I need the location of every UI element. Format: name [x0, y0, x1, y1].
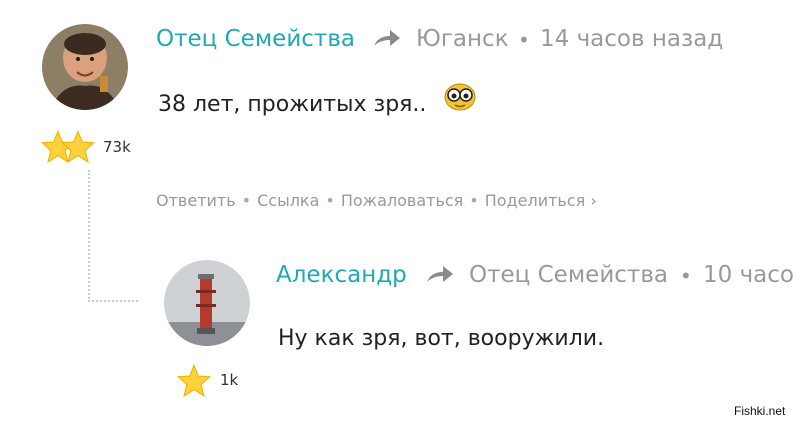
comment-author[interactable]: Отец Семейства — [156, 26, 355, 52]
reply-to-author[interactable]: Отец Семейства — [469, 262, 668, 288]
reply-arrow-icon — [427, 266, 453, 282]
reply-link[interactable]: Ответить — [156, 191, 236, 210]
nerd-glasses-emoji-icon — [444, 83, 476, 111]
star-icon — [177, 364, 211, 398]
rating-value: 1k — [220, 371, 239, 389]
comment-text: Ну как зря, вот, вооружили. — [278, 326, 605, 351]
thread-line — [88, 170, 90, 302]
action-separator: • — [469, 191, 479, 210]
comment-author[interactable]: Александр — [276, 262, 407, 288]
report-link[interactable]: Пожаловаться — [341, 191, 463, 210]
comment-actions: Ответить • Ссылка • Пожаловаться • Поделиться … — [156, 191, 603, 210]
rating-value: 73k — [103, 138, 131, 156]
reply-arrow-icon — [374, 30, 400, 46]
avatar[interactable] — [42, 24, 128, 110]
action-separator: • — [325, 191, 335, 210]
comment-time[interactable]: 14 часов назад — [540, 26, 723, 52]
comment-text: 38 лет, прожитых зря.. — [158, 92, 427, 117]
share-link[interactable]: Поделиться › — [485, 191, 597, 210]
comment-location: Юганск — [416, 26, 509, 52]
avatar[interactable] — [164, 260, 250, 346]
meta-separator: • — [518, 28, 530, 52]
meta-separator: • — [680, 264, 692, 288]
watermark: Fishki.net — [734, 404, 786, 418]
permalink-link[interactable]: Ссылка — [257, 191, 319, 210]
action-separator: • — [241, 191, 252, 210]
comment-time[interactable]: 10 часо — [703, 262, 794, 288]
star-icon — [61, 130, 95, 164]
thread-line — [88, 300, 138, 302]
